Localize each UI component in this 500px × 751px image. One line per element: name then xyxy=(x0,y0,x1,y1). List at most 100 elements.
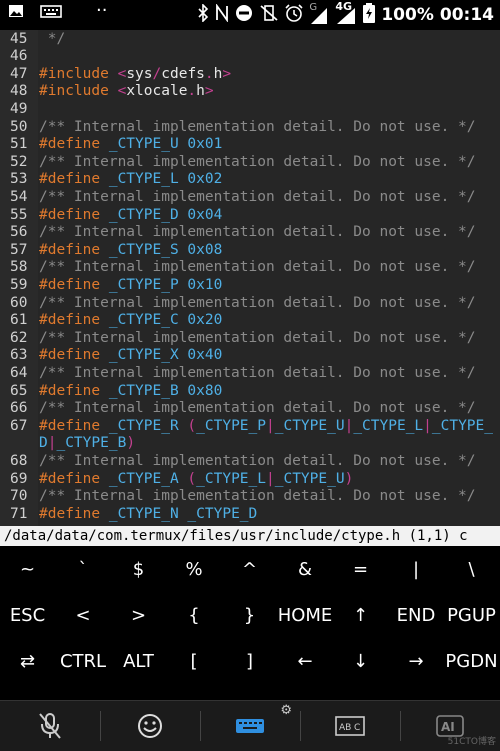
line-code: #define _CTYPE_X 0x40 xyxy=(39,347,222,365)
line-number: 51 xyxy=(10,136,28,153)
key-ctrl[interactable]: CTRL xyxy=(56,638,111,684)
code-token: sys xyxy=(126,65,153,82)
key-backslash[interactable]: \ xyxy=(444,546,499,592)
line-code: /** Internal implementation detail. Do n… xyxy=(39,330,476,348)
keyboard-switch-button[interactable]: ⚙ xyxy=(200,701,300,751)
key-equals[interactable]: = xyxy=(333,546,388,592)
code-line: 48 #include <xlocale.h> xyxy=(0,83,500,101)
code-token: /** Internal implementation detail. Do n… xyxy=(39,488,476,505)
line-number: 68 xyxy=(10,452,28,469)
status-bar: ·· G 4G 100% 00:14 xyxy=(0,0,500,30)
key-up-arrow[interactable]: ↑ xyxy=(333,592,388,638)
code-token: > xyxy=(204,83,214,100)
line-number: 52 xyxy=(10,153,28,170)
clock-time: 00:14 xyxy=(439,5,494,25)
key-left-arrow[interactable]: ← xyxy=(278,638,333,684)
code-line: 64 /** Internal implementation detail. Do… xyxy=(0,365,500,383)
code-token: _CTYPE_U xyxy=(274,417,345,434)
code-line: 66 /** Internal implementation detail. Do… xyxy=(0,400,500,418)
key-esc[interactable]: ESC xyxy=(0,592,55,638)
code-token: 0x40 xyxy=(187,347,223,364)
battery-percent: 100% xyxy=(381,5,434,25)
ai-button[interactable]: AI 51CTO博客 xyxy=(400,701,500,751)
code-token: 0x08 xyxy=(187,241,223,258)
key-ampersand[interactable]: & xyxy=(278,546,333,592)
code-token: > xyxy=(222,65,232,82)
line-code: /** Internal implementation detail. Do n… xyxy=(39,453,476,471)
line-number: 69 xyxy=(10,470,28,487)
handwriting-button[interactable]: AB C xyxy=(300,701,400,751)
code-token: _CTYPE_B xyxy=(56,435,127,452)
key-left-brace[interactable]: { xyxy=(167,592,222,638)
key-down-arrow[interactable]: ↓ xyxy=(333,638,388,684)
key-tab[interactable]: ⇄ xyxy=(0,638,55,684)
code-token: #define xyxy=(39,505,101,522)
code-token: _CTYPE_L xyxy=(353,417,424,434)
key-right-bracket[interactable]: ] xyxy=(222,638,277,684)
code-line: 55 #define _CTYPE_D 0x04 xyxy=(0,207,500,225)
line-number: 56 xyxy=(10,224,28,241)
key-right-brace[interactable]: } xyxy=(222,592,277,638)
svg-text:C: C xyxy=(354,723,360,733)
code-token: _CTYPE_L xyxy=(100,171,188,188)
code-editor[interactable]: 45 */46 47 #include <sys/cdefs.h> 48 #includ… xyxy=(0,30,500,526)
code-token: cdefs xyxy=(161,65,205,82)
code-token: ( xyxy=(187,470,197,487)
code-line: 52 /** Internal implementation detail. Do… xyxy=(0,154,500,172)
key-greater-than[interactable]: > xyxy=(111,592,166,638)
key-pgdn[interactable]: PGDN xyxy=(444,638,499,684)
key-less-than[interactable]: < xyxy=(56,592,111,638)
settings-gear-icon[interactable]: ⚙ xyxy=(280,703,292,718)
line-code: /** Internal implementation detail. Do n… xyxy=(39,488,476,506)
line-number: 45 xyxy=(10,30,28,47)
mic-off-icon xyxy=(39,713,61,739)
key-left-bracket[interactable]: [ xyxy=(167,638,222,684)
svg-text:AI: AI xyxy=(441,720,455,734)
key-caret[interactable]: ^ xyxy=(222,546,277,592)
key-pipe[interactable]: | xyxy=(389,546,444,592)
code-token: /** Internal implementation detail. Do n… xyxy=(39,259,476,276)
code-token: /** Internal implementation detail. Do n… xyxy=(39,118,476,135)
line-number: 64 xyxy=(10,364,28,381)
code-token: #define xyxy=(39,206,101,223)
code-token: | xyxy=(266,417,275,434)
extra-keys-row-3: ⇄ CTRL ALT[] ← ↓ → PGDN xyxy=(0,638,500,684)
key-dollar[interactable]: $ xyxy=(111,546,166,592)
line-code: #define _CTYPE_N _CTYPE_D xyxy=(39,506,257,524)
code-token: #define xyxy=(39,276,101,293)
key-alt[interactable]: ALT xyxy=(111,638,166,684)
code-token: _CTYPE_X xyxy=(100,347,188,364)
key-pgup[interactable]: PGUP xyxy=(444,592,499,638)
line-number: 62 xyxy=(10,329,28,346)
extra-keys-row-1: ~ ` $% ^ & = | \ xyxy=(0,546,500,592)
code-line: 62 /** Internal implementation detail. Do… xyxy=(0,330,500,348)
key-right-arrow[interactable]: → xyxy=(389,638,444,684)
code-line: 56 /** Internal implementation detail. Do… xyxy=(0,224,500,242)
code-token: _CTYPE_U xyxy=(100,136,188,153)
line-code: #define _CTYPE_S 0x08 xyxy=(39,242,222,260)
line-number: 54 xyxy=(10,188,28,205)
code-line: 60 /** Internal implementation detail. Do… xyxy=(0,295,500,313)
code-token: /** Internal implementation detail. Do n… xyxy=(39,153,476,170)
mic-off-button[interactable] xyxy=(0,701,100,751)
more-dots-icon: ·· xyxy=(96,0,108,21)
code-token: _CTYPE_P xyxy=(196,417,266,434)
line-code: /** Internal implementation detail. Do n… xyxy=(39,154,476,172)
code-line: 46 xyxy=(0,48,500,66)
emoji-button[interactable] xyxy=(100,701,200,751)
line-number: 57 xyxy=(10,241,28,258)
code-token: #define xyxy=(39,171,101,188)
code-token: _CTYPE_S xyxy=(100,241,188,258)
key-backtick[interactable]: ` xyxy=(56,546,111,592)
code-token: #include xyxy=(39,65,109,82)
line-code: #define _CTYPE_A (_CTYPE_L|_CTYPE_U) xyxy=(39,471,353,489)
key-percent[interactable]: % xyxy=(167,546,222,592)
key-tilde[interactable]: ~ xyxy=(0,546,55,592)
line-code: #define _CTYPE_R (_CTYPE_P|_CTYPE_U|_CTY… xyxy=(39,418,493,436)
code-token: . xyxy=(204,65,214,82)
code-token: #define xyxy=(39,382,101,399)
key-home[interactable]: HOME xyxy=(278,592,333,638)
key-end[interactable]: END xyxy=(389,592,444,638)
